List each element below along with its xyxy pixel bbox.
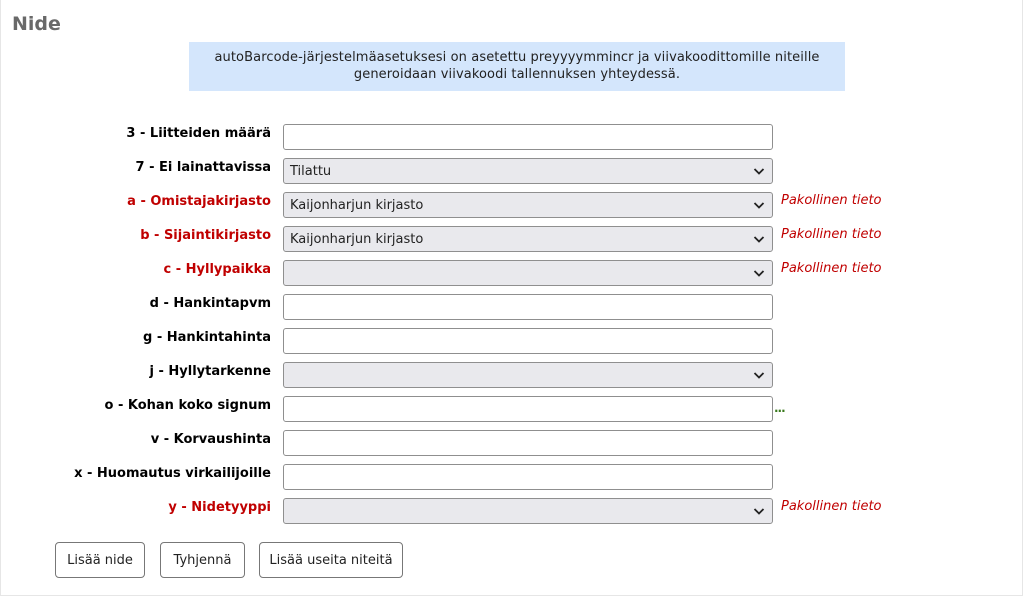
clear-button[interactable]: Tyhjennä xyxy=(160,542,245,578)
item-type-select[interactable] xyxy=(283,498,773,524)
chevron-down-icon xyxy=(753,508,765,515)
select-value: Kaijonharjun kirjasto xyxy=(290,232,424,247)
form-row-holding-library: b - Sijaintikirjasto Kaijonharjun kirjas… xyxy=(0,226,1023,252)
form-row-acquisition-price: g - Hankintahinta xyxy=(0,328,1023,354)
field-label: y - Nidetyyppi xyxy=(168,500,271,515)
autobarcode-notice: autoBarcode-järjestelmäasetuksesi on ase… xyxy=(189,42,845,91)
field-label: g - Hankintahinta xyxy=(143,330,271,345)
form-row-home-library: a - Omistajakirjasto Kaijonharjun kirjas… xyxy=(0,192,1023,218)
home-library-select[interactable]: Kaijonharjun kirjasto xyxy=(283,192,773,218)
form-row-shelving-location: c - Hyllypaikka Pakollinen tieto xyxy=(0,260,1023,286)
field-label: d - Hankintapvm xyxy=(149,296,271,311)
chevron-down-icon xyxy=(753,236,765,243)
add-multiple-items-button[interactable]: Lisää useita niteitä xyxy=(259,542,403,578)
field-label: a - Omistajakirjasto xyxy=(127,194,271,209)
select-value: Tilattu xyxy=(290,164,332,179)
shelving-control-select[interactable] xyxy=(283,362,773,388)
required-note: Pakollinen tieto xyxy=(781,261,882,276)
staff-note-input[interactable] xyxy=(283,464,773,490)
holding-library-select[interactable]: Kaijonharjun kirjasto xyxy=(283,226,773,252)
attachments-count-input[interactable] xyxy=(283,124,773,150)
field-label: b - Sijaintikirjasto xyxy=(140,228,271,243)
field-label: v - Korvaushinta xyxy=(150,432,271,447)
form-row-item-type: y - Nidetyyppi Pakollinen tieto xyxy=(0,498,1023,524)
form-row-replacement-price: v - Korvaushinta xyxy=(0,430,1023,456)
call-number-input[interactable] xyxy=(283,396,773,422)
field-label: j - Hyllytarkenne xyxy=(149,364,271,379)
form-row-attachments: 3 - Liitteiden määrä xyxy=(0,124,1023,150)
add-item-button[interactable]: Lisää nide xyxy=(55,542,145,578)
acquisition-date-input[interactable] xyxy=(283,294,773,320)
not-for-loan-select[interactable]: Tilattu xyxy=(283,158,773,184)
form-row-not-for-loan: 7 - Ei lainattavissa Tilattu xyxy=(0,158,1023,184)
page-title: Nide xyxy=(12,13,61,35)
chevron-down-icon xyxy=(753,202,765,209)
field-label: c - Hyllypaikka xyxy=(163,262,272,277)
acquisition-price-input[interactable] xyxy=(283,328,773,354)
select-value: Kaijonharjun kirjasto xyxy=(290,198,424,213)
chevron-down-icon xyxy=(753,168,765,175)
form-row-acquisition-date: d - Hankintapvm xyxy=(0,294,1023,320)
chevron-down-icon xyxy=(753,372,765,379)
required-note: Pakollinen tieto xyxy=(781,227,882,242)
field-label: x - Huomautus virkailijoille xyxy=(74,466,271,481)
required-note: Pakollinen tieto xyxy=(781,193,882,208)
form-row-staff-note: x - Huomautus virkailijoille xyxy=(0,464,1023,490)
field-label: 3 - Liitteiden määrä xyxy=(126,126,271,141)
field-label: o - Kohan koko signum xyxy=(104,398,272,413)
form-row-shelving-control: j - Hyllytarkenne xyxy=(0,362,1023,388)
chevron-down-icon xyxy=(753,270,765,277)
field-label: 7 - Ei lainattavissa xyxy=(135,160,271,175)
form-row-call-number: o - Kohan koko signum ... xyxy=(0,396,1023,422)
shelving-location-select[interactable] xyxy=(283,260,773,286)
required-note: Pakollinen tieto xyxy=(781,499,882,514)
replacement-price-input[interactable] xyxy=(283,430,773,456)
call-number-plugin-link[interactable]: ... xyxy=(774,396,786,420)
